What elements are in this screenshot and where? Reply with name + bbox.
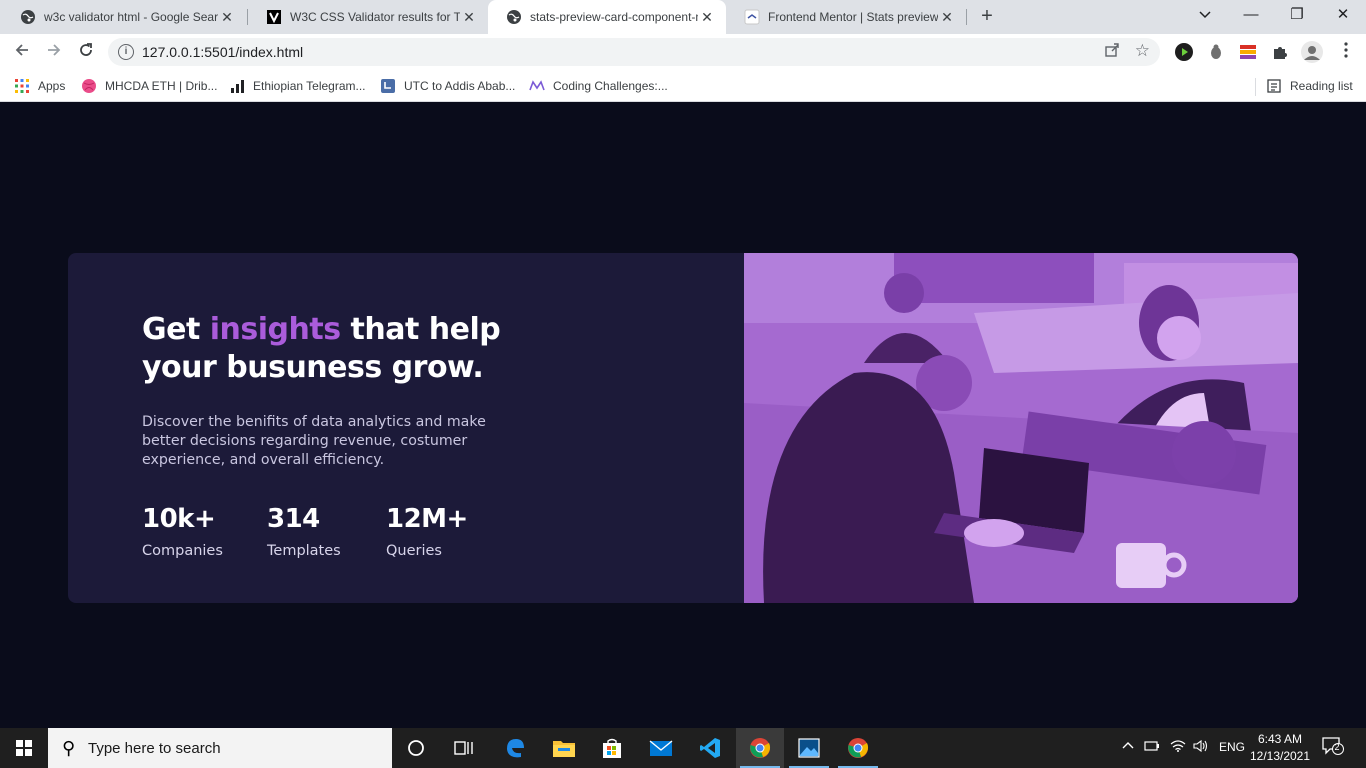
office-photo-image: [744, 253, 1298, 603]
bar-chart-icon: [229, 78, 245, 94]
apps-grid-icon: [14, 78, 30, 94]
back-icon[interactable]: [10, 40, 34, 64]
close-tab-icon[interactable]: ✕: [218, 9, 236, 26]
close-window-button[interactable]: ✕: [1320, 0, 1366, 30]
task-view-icon[interactable]: [440, 728, 488, 768]
stat-label: Queries: [386, 543, 442, 559]
photos-icon[interactable]: [785, 728, 833, 768]
bookmark-dribbble[interactable]: MHCDA ETH | Drib...: [81, 77, 217, 95]
bookmark-ethiopian-telegram[interactable]: Ethiopian Telegram...: [229, 77, 366, 95]
frontend-mentor-icon: [744, 9, 760, 25]
profile-avatar[interactable]: [1301, 41, 1323, 63]
globe-icon: [506, 9, 522, 25]
close-tab-icon[interactable]: ✕: [938, 9, 956, 26]
stat-value: 10k+: [142, 504, 216, 534]
bug-extension-icon[interactable]: [1207, 43, 1225, 61]
wifi-icon[interactable]: [1170, 740, 1186, 755]
extensions-puzzle-icon[interactable]: [1271, 43, 1289, 61]
edge-browser-icon[interactable]: [491, 728, 539, 768]
windows-taskbar: ⚲ Type here to search ENG 6:43 AM 12/13/…: [0, 728, 1366, 768]
maximize-button[interactable]: ❐: [1274, 0, 1320, 30]
battery-icon[interactable]: [1144, 740, 1160, 755]
reading-list-icon: [1266, 78, 1282, 94]
tab-stats-preview-card[interactable]: stats-preview-card-component-main ✕: [488, 0, 726, 34]
bookmarks-bar: Apps MHCDA ETH | Drib... Ethiopian Teleg…: [0, 70, 1366, 102]
new-tab-button[interactable]: +: [976, 5, 998, 27]
tab-frontend-mentor[interactable]: Frontend Mentor | Stats preview card ✕: [726, 0, 966, 34]
url-text[interactable]: 127.0.0.1:5501/index.html: [142, 44, 303, 60]
dribbble-icon: [81, 78, 97, 94]
share-icon[interactable]: [1104, 42, 1120, 62]
file-explorer-icon[interactable]: [540, 728, 588, 768]
globe-icon: [20, 9, 36, 25]
forward-icon[interactable]: [42, 40, 66, 64]
minimize-button[interactable]: —: [1228, 0, 1274, 30]
stat-companies: 10k+ Companies: [142, 503, 223, 561]
taskbar-clock[interactable]: 6:43 AM 12/13/2021: [1240, 731, 1320, 765]
card-description: Discover the benifits of data analytics …: [142, 414, 486, 468]
stat-label: Templates: [267, 543, 341, 559]
search-icon: ⚲: [62, 738, 76, 758]
tab-google-search[interactable]: w3c validator html - Google Search ✕: [2, 0, 246, 34]
chrome-second-window-icon[interactable]: [834, 728, 882, 768]
close-tab-icon[interactable]: ✕: [698, 9, 716, 26]
media-extension-icon[interactable]: [1175, 43, 1193, 61]
volume-icon[interactable]: [1193, 739, 1209, 755]
taskbar-search-input[interactable]: ⚲ Type here to search: [48, 728, 392, 768]
cortana-icon[interactable]: [392, 728, 440, 768]
bookmark-coding-challenges[interactable]: Coding Challenges:...: [529, 77, 668, 95]
browser-tab-bar: w3c validator html - Google Search ✕ W3C…: [0, 0, 1366, 34]
vscode-icon[interactable]: [686, 728, 734, 768]
tab-separator: [966, 9, 967, 25]
chrome-taskbar-icon[interactable]: [736, 728, 784, 768]
address-bar[interactable]: i 127.0.0.1:5501/index.html ☆: [108, 38, 1160, 66]
tab-search-icon[interactable]: [1182, 0, 1228, 30]
time-icon: [380, 78, 396, 94]
headline-accent: insights: [209, 312, 341, 347]
site-info-icon[interactable]: i: [118, 44, 134, 60]
stat-label: Companies: [142, 543, 223, 559]
bookmark-separator: [1255, 78, 1256, 96]
stat-queries: 12M+ Queries: [386, 503, 468, 561]
color-extension-icon[interactable]: [1239, 43, 1257, 61]
reload-icon[interactable]: [74, 40, 98, 64]
browser-toolbar: i 127.0.0.1:5501/index.html ☆: [0, 34, 1366, 70]
stat-value: 314: [267, 504, 320, 534]
close-tab-icon[interactable]: ✕: [460, 9, 478, 26]
notification-badge: 2: [1334, 742, 1340, 752]
bookmark-apps[interactable]: Apps: [14, 77, 65, 95]
windows-start-button[interactable]: [0, 728, 48, 768]
show-hidden-icons-icon[interactable]: [1122, 739, 1134, 753]
clock-date: 12/13/2021: [1249, 749, 1311, 763]
bookmark-utc-addis-ababa[interactable]: UTC to Addis Abab...: [380, 77, 515, 95]
mail-icon[interactable]: [637, 728, 685, 768]
stat-value: 12M+: [386, 504, 468, 534]
menu-kebab-icon[interactable]: [1334, 40, 1358, 64]
office-photo-illustration: [744, 253, 1298, 603]
card-headline: Get insights that help your busuness gro…: [142, 312, 501, 385]
stats-preview-card: Get insights that help your busuness gro…: [68, 253, 1298, 603]
card-text-column: Get insights that help your busuness gro…: [142, 311, 562, 470]
challenge-icon: [529, 78, 545, 94]
w3c-icon: [266, 9, 282, 25]
clock-time: 6:43 AM: [1257, 732, 1303, 746]
reading-list-button[interactable]: Reading list: [1266, 77, 1353, 95]
tab-w3c-css-validator[interactable]: W3C CSS Validator results for TextArea ✕: [248, 0, 488, 34]
notification-center-icon[interactable]: 2: [1322, 737, 1344, 755]
microsoft-store-icon[interactable]: [588, 728, 636, 768]
bookmark-star-icon[interactable]: ☆: [1135, 41, 1150, 61]
stat-templates: 314 Templates: [267, 503, 341, 561]
